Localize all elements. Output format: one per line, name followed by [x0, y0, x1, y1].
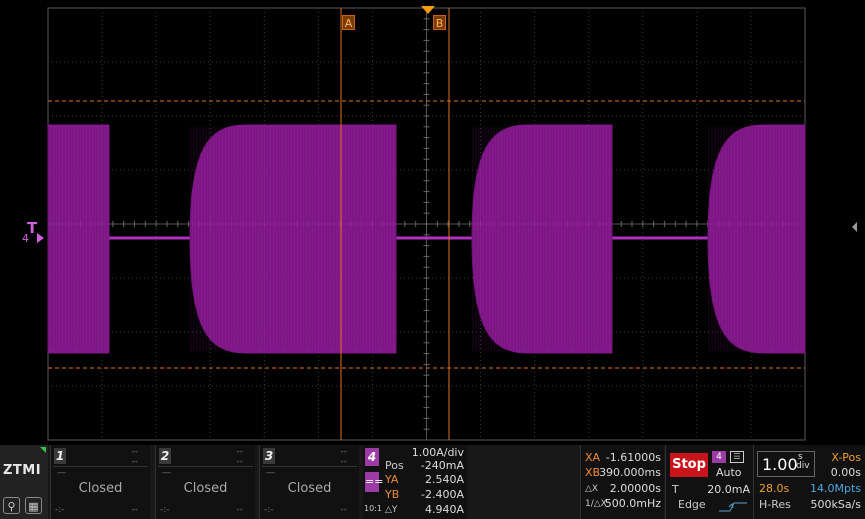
cursor-measure-panel[interactable]: XA -1.61000s XB 390.000ms △X 2.00000s 1/…: [580, 445, 664, 519]
trigger-level-arrow: [37, 233, 44, 243]
channel2-panel[interactable]: 2 -- — -- Closed -:- --: [155, 445, 255, 519]
trigger-level-label: T: [672, 483, 679, 496]
ya-value: 2.540A: [424, 473, 464, 486]
yb-value: -2.400A: [421, 488, 464, 501]
channel4-coupling-icon: ==: [365, 472, 383, 492]
channel2-scale: --: [236, 447, 244, 457]
channel4-number: 4: [365, 448, 379, 466]
channel2-offset: --: [236, 457, 244, 467]
dy-row: △Y 4.940A: [385, 503, 464, 517]
trigger-level-row: T 20.0mA: [672, 483, 750, 497]
waveform-display[interactable]: A B T 4: [0, 0, 865, 445]
xpos-label: X-Pos: [831, 451, 861, 464]
dx-row: △X 2.00000s: [585, 482, 661, 496]
channel3-probe: -:-: [264, 505, 274, 515]
channel3-coupling: —: [266, 468, 275, 478]
channel3-scale: --: [340, 447, 348, 457]
timebase-scale-box[interactable]: 1.00 s div: [757, 451, 815, 477]
time-span: 28.0s: [759, 482, 790, 495]
pos-label: Pos: [385, 459, 404, 472]
channel2-bw: --: [236, 505, 244, 515]
brand-logo: ZTMI: [3, 463, 42, 478]
screenshot-icon[interactable]: ▦: [25, 497, 42, 514]
dx-label: △X: [585, 484, 599, 494]
xb-row: XB 390.000ms: [585, 466, 661, 480]
logo-panel[interactable]: ZTMI ⚲ ▦: [0, 445, 48, 519]
run-stop-button[interactable]: Stop: [670, 453, 708, 477]
channel4-pos-row: Pos -240mA: [385, 459, 464, 473]
ya-row: YA 2.540A: [385, 473, 464, 487]
trigger-panel[interactable]: Stop 4 ☰ Auto T 20.0mA Edge: [665, 445, 753, 519]
channel3-offset: --: [340, 457, 348, 467]
trigger-menu-icon[interactable]: ☰: [730, 451, 744, 463]
channel1-offset: --: [131, 457, 139, 467]
xa-row: XA -1.61000s: [585, 451, 661, 465]
channel1-panel[interactable]: 1 -- — -- Closed -:- --: [50, 445, 150, 519]
xa-label: XA: [585, 451, 601, 464]
timebase-panel[interactable]: 1.00 s div X-Pos 0.00s 28.0s 14.0Mpts H-…: [753, 445, 865, 519]
channel1-scale: --: [131, 447, 139, 457]
dx-value: 2.00000s: [609, 482, 661, 495]
trace-burst: [707, 124, 806, 354]
channel3-panel[interactable]: 3 -- — -- Closed -:- --: [259, 445, 359, 519]
channel2-probe: -:-: [160, 505, 170, 515]
pos-value: -240mA: [420, 459, 464, 472]
channel4-scale: 1.00A/div: [411, 446, 464, 459]
search-icon[interactable]: ⚲: [3, 497, 20, 514]
channel3-bw: --: [340, 505, 348, 515]
memory-depth: 14.0Mpts: [809, 482, 861, 495]
sample-rate: 500kSa/s: [810, 498, 861, 511]
trigger-mode[interactable]: Auto: [716, 466, 742, 479]
channel2-state: Closed: [183, 481, 228, 496]
trigger-level-value: 20.0mA: [707, 483, 750, 496]
acquisition-mode[interactable]: H-Res: [759, 498, 791, 511]
channel4-probe-ratio: 10:1: [364, 504, 382, 513]
channel1-bw: --: [131, 505, 139, 515]
channel2-coupling: —: [162, 468, 171, 478]
channel2-number: 2: [159, 448, 171, 464]
channel4-panel[interactable]: 4 == 10:1 1.00A/div Pos -240mA YA 2.540A…: [363, 445, 467, 519]
trigger-source-badge: 4: [712, 451, 726, 463]
status-indicator-icon: [40, 447, 46, 453]
timebase-unit-bottom: div: [796, 461, 810, 471]
scope-canvas[interactable]: [0, 0, 865, 445]
inv-dx-label: 1/△X: [585, 499, 607, 509]
cursor-b-label[interactable]: B: [433, 15, 446, 30]
xb-label: XB: [585, 466, 601, 479]
channel1-state: Closed: [78, 481, 123, 496]
channel4-scale-row: 1.00A/div: [385, 446, 464, 460]
channel3-number: 3: [263, 448, 275, 464]
inv-dx-value: 500.0mHz: [604, 497, 661, 510]
rising-edge-icon: [719, 502, 747, 512]
trigger-level-channel: 4: [22, 232, 29, 245]
graticule: [47, 7, 806, 441]
channel1-coupling: —: [57, 468, 66, 478]
trigger-type[interactable]: Edge: [678, 498, 706, 511]
channel1-number: 1: [54, 448, 66, 464]
dy-value: 4.940A: [424, 503, 464, 516]
xpos-value: 0.00s: [830, 466, 861, 479]
channel3-state: Closed: [287, 481, 332, 496]
channel1-probe: -:-: [55, 505, 65, 515]
cursor-a-label[interactable]: A: [342, 15, 355, 30]
dy-label: △Y: [385, 505, 398, 515]
timebase-value: 1.00: [762, 455, 798, 474]
side-menu-arrow-icon[interactable]: [852, 222, 857, 232]
inv-dx-row: 1/△X 500.0mHz: [585, 497, 661, 511]
yb-row: YB -2.400A: [385, 488, 464, 502]
ya-label: YA: [385, 473, 399, 486]
xa-value: -1.61000s: [605, 451, 661, 464]
trigger-position-marker[interactable]: [421, 6, 435, 14]
xb-value: 390.000ms: [599, 466, 661, 479]
yb-label: YB: [385, 488, 400, 501]
status-bar: ZTMI ⚲ ▦ 1 -- — -- Closed -:- -- 2 -- — …: [0, 445, 865, 519]
